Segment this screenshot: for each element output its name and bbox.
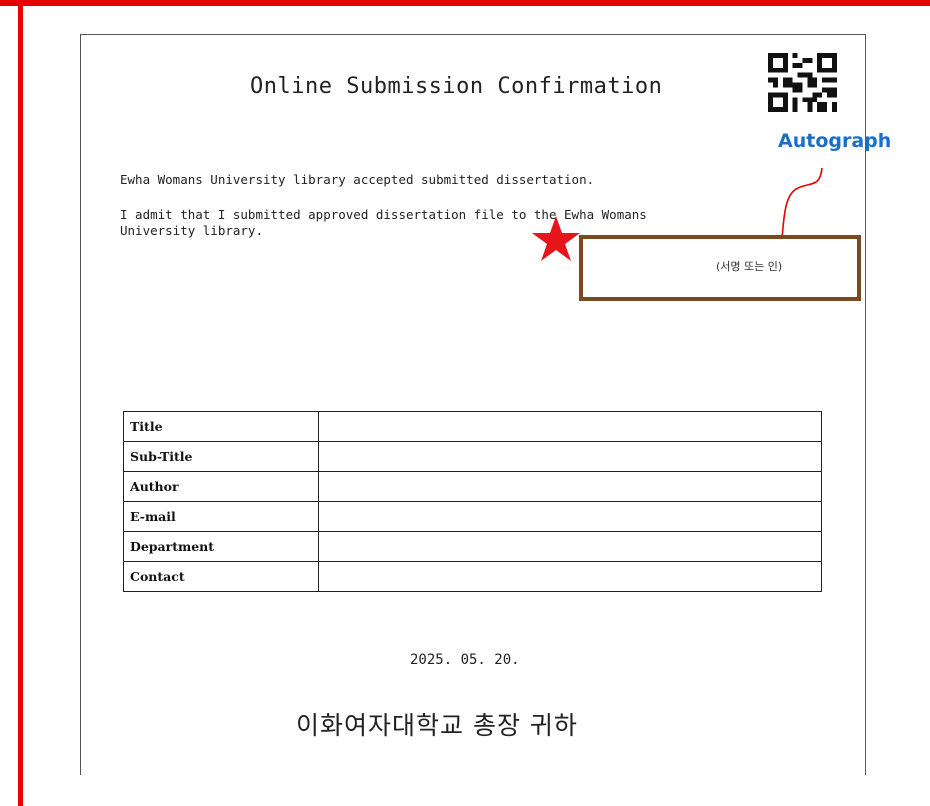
red-frame-left xyxy=(18,0,23,806)
field-label-email: E-mail xyxy=(123,501,319,532)
dissertation-info-table: Title Sub-Title Author E-mail Department… xyxy=(123,411,822,592)
table-row: Sub-Title xyxy=(123,441,822,472)
field-label-contact: Contact xyxy=(123,561,319,592)
document-title: Online Submission Confirmation xyxy=(250,74,663,99)
admission-statement-line-2: University library. xyxy=(120,223,263,238)
table-row: Title xyxy=(123,411,822,442)
field-label-subtitle: Sub-Title xyxy=(123,441,319,472)
acceptance-statement: Ewha Womans University library accepted … xyxy=(120,172,595,187)
qr-code-icon xyxy=(768,53,837,112)
field-value-title[interactable] xyxy=(318,411,822,442)
table-row: Author xyxy=(123,471,822,502)
field-value-department[interactable] xyxy=(318,531,822,562)
red-frame-top xyxy=(0,0,930,6)
field-label-author: Author xyxy=(123,471,319,502)
field-value-contact[interactable] xyxy=(318,561,822,592)
table-row: Contact xyxy=(123,561,822,592)
field-value-email[interactable] xyxy=(318,501,822,532)
field-label-title: Title xyxy=(123,411,319,442)
submission-date: 2025. 05. 20. xyxy=(410,652,520,668)
field-value-subtitle[interactable] xyxy=(318,441,822,472)
autograph-label: Autograph xyxy=(778,130,892,152)
field-label-department: Department xyxy=(123,531,319,562)
field-value-author[interactable] xyxy=(318,471,822,502)
addressee: 이화여자대학교 총장 귀하 xyxy=(296,711,578,740)
table-row: E-mail xyxy=(123,501,822,532)
autograph-pointer-curve xyxy=(781,167,823,239)
table-row: Department xyxy=(123,531,822,562)
star-icon xyxy=(532,216,580,261)
signature-hint: (서명 또는 인) xyxy=(716,260,783,273)
